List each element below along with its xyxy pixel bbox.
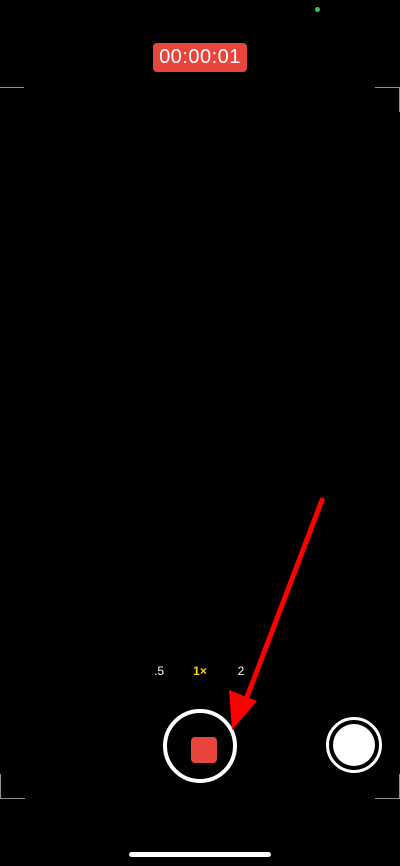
privacy-indicator-dot <box>315 7 320 12</box>
zoom-option-0-5[interactable]: .5 <box>144 662 174 680</box>
stop-recording-button[interactable] <box>163 709 237 783</box>
shutter-icon <box>333 724 375 766</box>
viewfinder-corner-top-left <box>0 87 24 112</box>
viewfinder-corner-top-right <box>375 87 400 112</box>
camera-viewfinder: 00:00:01 .5 1× 2 <box>0 0 400 866</box>
recording-timer: 00:00:01 <box>153 43 247 72</box>
home-indicator[interactable] <box>129 852 271 857</box>
photo-shutter-button[interactable] <box>326 717 382 773</box>
zoom-option-2[interactable]: 2 <box>226 662 256 680</box>
zoom-option-1x[interactable]: 1× <box>185 662 215 680</box>
viewfinder-corner-bottom-left <box>0 774 25 799</box>
viewfinder-corner-bottom-right <box>375 774 400 799</box>
stop-recording-icon <box>191 737 217 763</box>
